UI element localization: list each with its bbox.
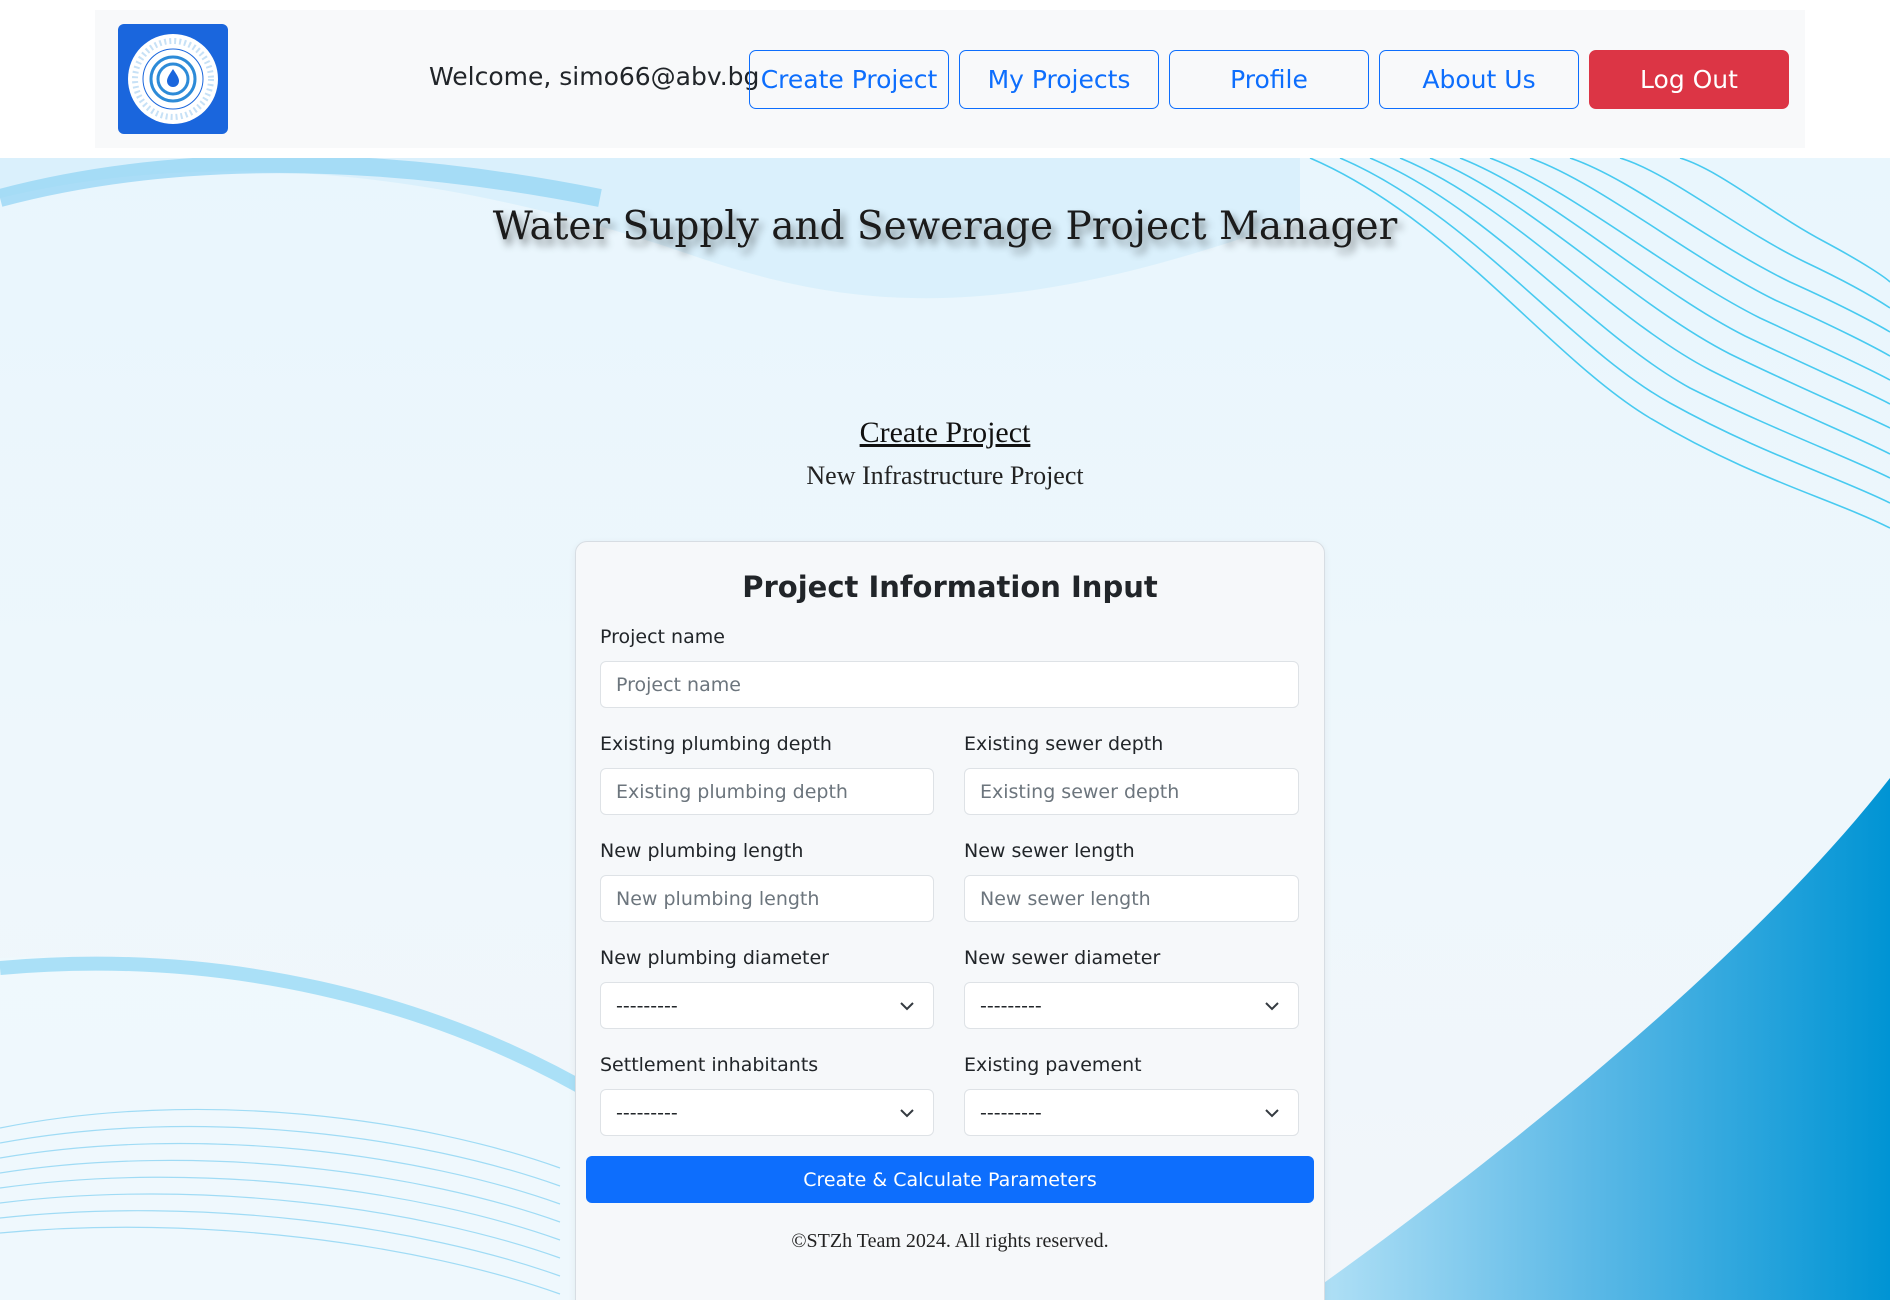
chevron-down-icon — [1265, 1109, 1279, 1118]
settlement-inhabitants-select[interactable]: --------- — [600, 1089, 934, 1136]
nav-my-projects-button[interactable]: My Projects — [959, 50, 1159, 109]
new-plumbing-diameter-select[interactable]: --------- — [600, 982, 934, 1029]
chevron-down-icon — [900, 1109, 914, 1118]
new-plumbing-length-label: New plumbing length — [600, 840, 804, 862]
existing-pavement-label: Existing pavement — [964, 1054, 1142, 1076]
copyright-text: ©STZh Team 2024. All rights reserved. — [791, 1230, 1109, 1252]
app-logo[interactable] — [118, 24, 228, 134]
navbar: Welcome, simo66@abv.bg Create Project My… — [95, 10, 1805, 148]
logout-button[interactable]: Log Out — [1589, 50, 1789, 109]
project-form-card: Project Information Input Project name E… — [575, 541, 1325, 1300]
existing-pavement-select[interactable]: --------- — [964, 1089, 1299, 1136]
existing-sewer-depth-input[interactable] — [964, 768, 1299, 815]
welcome-text: Welcome, simo66@abv.bg — [429, 62, 760, 91]
new-sewer-length-label: New sewer length — [964, 840, 1135, 862]
section-subtitle: New Infrastructure Project — [806, 461, 1084, 490]
existing-plumbing-depth-input[interactable] — [600, 768, 934, 815]
nav-create-project-button[interactable]: Create Project — [749, 50, 949, 109]
new-plumbing-length-input[interactable] — [600, 875, 934, 922]
section-title: Create Project — [859, 416, 1031, 449]
new-plumbing-diameter-label: New plumbing diameter — [600, 947, 829, 969]
settlement-inhabitants-label: Settlement inhabitants — [600, 1054, 819, 1076]
new-sewer-diameter-value: --------- — [980, 994, 1042, 1017]
create-calculate-button[interactable]: Create & Calculate Parameters — [586, 1156, 1314, 1203]
settlement-inhabitants-value: --------- — [616, 1101, 678, 1124]
nav-profile-button[interactable]: Profile — [1169, 50, 1369, 109]
chevron-down-icon — [1265, 1002, 1279, 1011]
new-sewer-length-input[interactable] — [964, 875, 1299, 922]
nav-about-us-button[interactable]: About Us — [1379, 50, 1579, 109]
project-name-input[interactable] — [600, 661, 1299, 708]
existing-pavement-value: --------- — [980, 1101, 1042, 1124]
new-sewer-diameter-label: New sewer diameter — [964, 947, 1161, 969]
water-drop-logo-icon — [128, 34, 218, 124]
new-sewer-diameter-select[interactable]: --------- — [964, 982, 1299, 1029]
site-title: Water Supply and Sewerage Project Manage… — [492, 204, 1398, 249]
page: Welcome, simo66@abv.bg Create Project My… — [0, 0, 1890, 1300]
existing-plumbing-depth-label: Existing plumbing depth — [600, 733, 832, 755]
new-plumbing-diameter-value: --------- — [616, 994, 678, 1017]
form-title: Project Information Input — [742, 570, 1158, 604]
project-name-label: Project name — [600, 626, 725, 648]
existing-sewer-depth-label: Existing sewer depth — [964, 733, 1164, 755]
chevron-down-icon — [900, 1002, 914, 1011]
